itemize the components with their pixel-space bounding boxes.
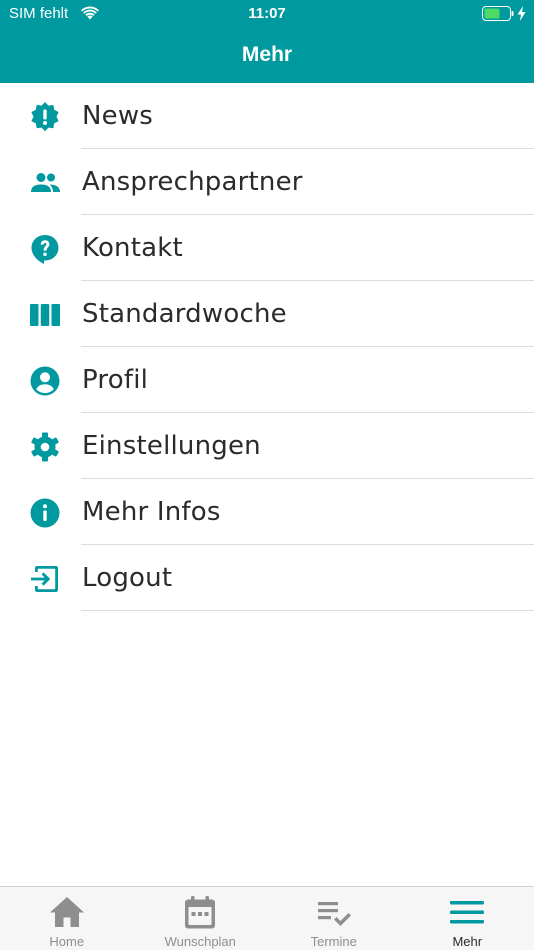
news-badge-icon [29,101,61,133]
menu-item-label: Profil [82,365,149,395]
tab-label: Wunschplan [164,934,236,949]
tab-termine[interactable]: Termine [267,887,401,950]
more-menu-list: News Ansprechpartner Kontakt Standardwoc… [0,83,534,611]
menu-item-label: News [82,101,154,131]
menu-item-kontakt[interactable]: Kontakt [0,215,534,281]
menu-item-mehr-infos[interactable]: Mehr Infos [0,479,534,545]
tab-label: Home [49,934,85,949]
tab-mehr[interactable]: Mehr [401,887,534,950]
help-bubble-icon [29,233,61,265]
app-header: SIM fehlt 11:07 Mehr [0,0,534,83]
tab-label: Mehr [452,934,483,949]
logout-icon [29,563,61,595]
checklist-icon [317,902,351,926]
tab-label: Termine [310,934,357,949]
bottom-tab-bar: Home Wunschplan Termine Mehr [0,886,534,950]
menu-item-logout[interactable]: Logout [0,545,534,611]
account-circle-icon [29,365,61,397]
battery-icon [482,6,514,21]
status-time: 11:07 [248,5,286,22]
menu-item-news[interactable]: News [0,83,534,149]
tab-home[interactable]: Home [0,887,134,950]
menu-item-label: Ansprechpartner [82,167,303,197]
menu-item-ansprechpartner[interactable]: Ansprechpartner [0,149,534,215]
page-title: Mehr [241,43,293,66]
menu-item-standardwoche[interactable]: Standardwoche [0,281,534,347]
menu-item-einstellungen[interactable]: Einstellungen [0,413,534,479]
calendar-icon [185,896,216,929]
info-icon [29,497,61,529]
menu-item-label: Standardwoche [82,299,287,329]
menu-item-label: Einstellungen [82,431,261,461]
menu-item-label: Mehr Infos [82,497,221,527]
status-bar: SIM fehlt 11:07 [0,0,534,28]
menu-item-label: Kontakt [82,233,183,263]
menu-item-label: Logout [82,563,173,593]
gear-icon [29,431,61,463]
tab-wunschplan[interactable]: Wunschplan [134,887,268,950]
people-icon [29,167,61,199]
charging-bolt-icon [517,6,526,21]
home-icon [49,897,84,927]
hamburger-menu-icon [450,901,485,924]
columns-icon [29,299,61,331]
divider [81,610,534,611]
menu-item-profil[interactable]: Profil [0,347,534,413]
